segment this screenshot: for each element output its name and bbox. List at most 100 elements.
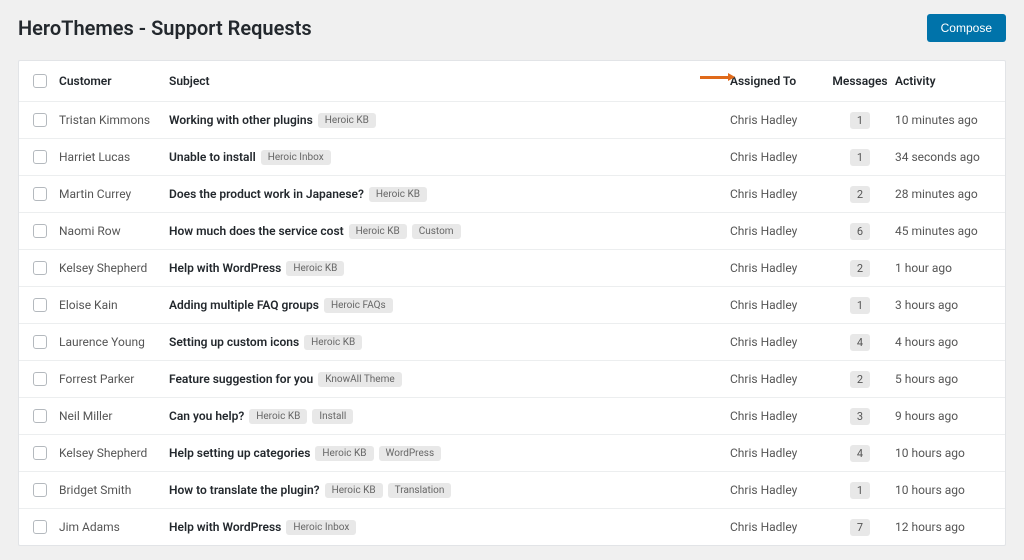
message-count-badge: 2	[850, 260, 870, 277]
subject-text[interactable]: Setting up custom icons	[169, 335, 299, 349]
table-row[interactable]: Bridget SmithHow to translate the plugin…	[19, 472, 1005, 509]
row-checkbox[interactable]	[33, 113, 47, 127]
row-checkbox[interactable]	[33, 483, 47, 497]
category-tag[interactable]: Heroic KB	[349, 224, 407, 239]
row-checkbox[interactable]	[33, 372, 47, 386]
subject-cell[interactable]: Feature suggestion for you KnowAll Theme	[169, 372, 730, 387]
category-tag[interactable]: Heroic Inbox	[261, 150, 331, 165]
category-tag[interactable]: Heroic KB	[318, 113, 376, 128]
table-row[interactable]: Kelsey ShepherdHelp with WordPressHeroic…	[19, 250, 1005, 287]
customer-name: Tristan Kimmons	[59, 113, 169, 127]
table-row[interactable]: Naomi RowHow much does the service costH…	[19, 213, 1005, 250]
category-tag[interactable]: Heroic KB	[325, 483, 383, 498]
category-tag[interactable]: KnowAll Theme	[318, 372, 401, 387]
row-checkbox[interactable]	[33, 150, 47, 164]
subject-text[interactable]: Adding multiple FAQ groups	[169, 298, 319, 312]
messages-cell: 3	[825, 408, 895, 425]
messages-cell: 1	[825, 482, 895, 499]
subject-text[interactable]: How much does the service cost	[169, 224, 344, 238]
arrow-annotation-icon	[700, 73, 735, 81]
assigned-to: Chris Hadley	[730, 372, 825, 386]
col-header-subject[interactable]: Subject	[169, 74, 730, 88]
subject-cell[interactable]: Help with WordPress Heroic Inbox	[169, 520, 730, 535]
col-header-customer[interactable]: Customer	[59, 74, 169, 88]
col-header-assigned[interactable]: Assigned To	[730, 74, 825, 88]
row-checkbox[interactable]	[33, 261, 47, 275]
row-checkbox[interactable]	[33, 187, 47, 201]
assigned-to: Chris Hadley	[730, 187, 825, 201]
category-tag[interactable]: Custom	[412, 224, 461, 239]
table-header-row: Customer Subject Assigned To Messages Ac…	[19, 61, 1005, 102]
table-row[interactable]: Harriet LucasUnable to installHeroic Inb…	[19, 139, 1005, 176]
subject-text[interactable]: Does the product work in Japanese?	[169, 187, 364, 201]
subject-cell[interactable]: Working with other plugins Heroic KB	[169, 113, 730, 128]
subject-cell[interactable]: How to translate the plugin? Heroic KB Tra…	[169, 483, 730, 498]
subject-text[interactable]: Help setting up categories	[169, 446, 310, 460]
category-tag[interactable]: Heroic KB	[304, 335, 362, 350]
table-row[interactable]: Laurence YoungSetting up custom iconsHer…	[19, 324, 1005, 361]
table-row[interactable]: Eloise KainAdding multiple FAQ groupsHer…	[19, 287, 1005, 324]
message-count-badge: 6	[850, 223, 870, 240]
row-checkbox[interactable]	[33, 335, 47, 349]
subject-cell[interactable]: How much does the service cost Heroic KB C…	[169, 224, 730, 239]
row-checkbox[interactable]	[33, 224, 47, 238]
category-tag[interactable]: Heroic KB	[286, 261, 344, 276]
subject-cell[interactable]: Can you help? Heroic KB Install	[169, 409, 730, 424]
subject-text[interactable]: Can you help?	[169, 409, 244, 423]
table-row[interactable]: Neil MillerCan you help? Heroic KB Install…	[19, 398, 1005, 435]
row-checkbox[interactable]	[33, 446, 47, 460]
page-title: HeroThemes - Support Requests	[18, 16, 312, 40]
message-count-badge: 1	[850, 149, 870, 166]
category-tag[interactable]: WordPress	[379, 446, 442, 461]
category-tag[interactable]: Install	[312, 409, 353, 424]
col-header-messages[interactable]: Messages	[825, 74, 895, 88]
row-checkbox[interactable]	[33, 520, 47, 534]
customer-name: Forrest Parker	[59, 372, 169, 386]
message-count-badge: 2	[850, 371, 870, 388]
subject-text[interactable]: How to translate the plugin?	[169, 483, 320, 497]
select-all-checkbox[interactable]	[33, 74, 47, 88]
subject-text[interactable]: Help with WordPress	[169, 520, 281, 534]
table-row[interactable]: Kelsey ShepherdHelp setting up categorie…	[19, 435, 1005, 472]
col-header-activity[interactable]: Activity	[895, 74, 995, 88]
row-checkbox[interactable]	[33, 409, 47, 423]
table-row[interactable]: Forrest ParkerFeature suggestion for you…	[19, 361, 1005, 398]
table-row[interactable]: Martin CurreyDoes the product work in Ja…	[19, 176, 1005, 213]
category-tag[interactable]: Heroic Inbox	[286, 520, 356, 535]
activity-time: 10 minutes ago	[895, 113, 995, 127]
table-row[interactable]: Tristan KimmonsWorking with other plugin…	[19, 102, 1005, 139]
category-tag[interactable]: Heroic KB	[315, 446, 373, 461]
subject-text[interactable]: Working with other plugins	[169, 113, 313, 127]
assigned-to: Chris Hadley	[730, 335, 825, 349]
table-row[interactable]: Jim AdamsHelp with WordPress Heroic Inbox…	[19, 509, 1005, 545]
assigned-to: Chris Hadley	[730, 224, 825, 238]
subject-cell[interactable]: Help setting up categories Heroic KB WordP…	[169, 446, 730, 461]
customer-name: Neil Miller	[59, 409, 169, 423]
activity-time: 3 hours ago	[895, 298, 995, 312]
assigned-to: Chris Hadley	[730, 298, 825, 312]
message-count-badge: 1	[850, 112, 870, 129]
assigned-to: Chris Hadley	[730, 261, 825, 275]
assigned-to: Chris Hadley	[730, 113, 825, 127]
activity-time: 45 minutes ago	[895, 224, 995, 238]
subject-text[interactable]: Help with WordPress	[169, 261, 281, 275]
subject-cell[interactable]: Setting up custom icons Heroic KB	[169, 335, 730, 350]
subject-cell[interactable]: Does the product work in Japanese? Heroic…	[169, 187, 730, 202]
subject-text[interactable]: Feature suggestion for you	[169, 372, 313, 386]
category-tag[interactable]: Heroic KB	[249, 409, 307, 424]
customer-name: Jim Adams	[59, 520, 169, 534]
messages-cell: 2	[825, 186, 895, 203]
subject-cell[interactable]: Help with WordPress Heroic KB	[169, 261, 730, 276]
row-checkbox[interactable]	[33, 298, 47, 312]
subject-cell[interactable]: Unable to install Heroic Inbox	[169, 150, 730, 165]
assigned-to: Chris Hadley	[730, 483, 825, 497]
activity-time: 12 hours ago	[895, 520, 995, 534]
message-count-badge: 4	[850, 334, 870, 351]
subject-text[interactable]: Unable to install	[169, 150, 256, 164]
compose-button[interactable]: Compose	[927, 14, 1006, 42]
category-tag[interactable]: Heroic KB	[369, 187, 427, 202]
category-tag[interactable]: Translation	[388, 483, 452, 498]
category-tag[interactable]: Heroic FAQs	[324, 298, 393, 313]
subject-cell[interactable]: Adding multiple FAQ groups Heroic FAQs	[169, 298, 730, 313]
activity-time: 4 hours ago	[895, 335, 995, 349]
